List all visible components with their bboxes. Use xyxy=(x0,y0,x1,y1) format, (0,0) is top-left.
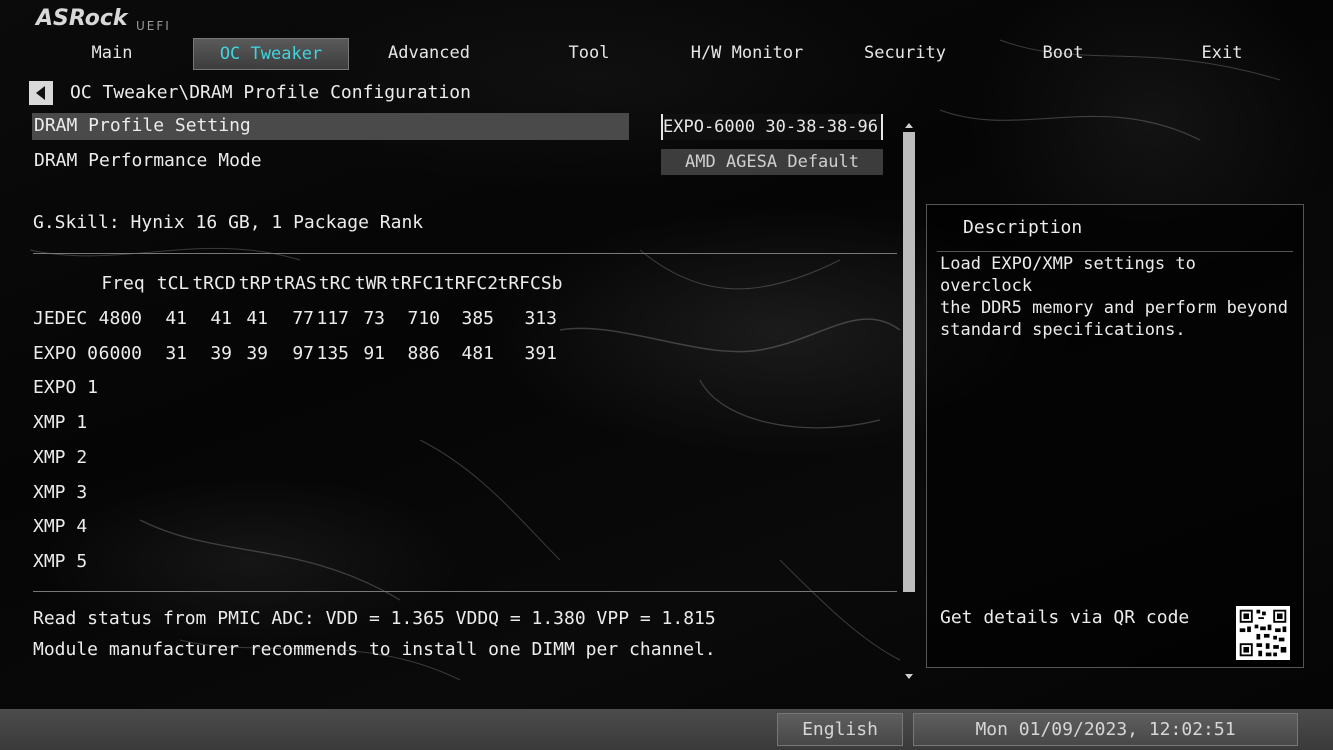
dimm-recommendation: Module manufacturer recommends to instal… xyxy=(33,639,716,660)
scrollbar[interactable] xyxy=(903,120,915,682)
scroll-up-icon[interactable] xyxy=(903,120,915,130)
description-panel: Description Load EXPO/XMP settings to ov… xyxy=(926,204,1304,668)
timing-cell: 886 xyxy=(407,343,440,364)
timing-header-trfcsb: tRFCSb xyxy=(497,273,563,294)
timing-cell: 91 xyxy=(363,343,385,364)
timing-cell: 73 xyxy=(363,308,385,329)
timing-row-label: XMP 5 xyxy=(33,551,88,572)
timing-cell: 481 xyxy=(461,343,494,364)
divider-bottom xyxy=(33,591,897,592)
qr-label: Get details via QR code xyxy=(940,607,1190,628)
timing-row-label: JEDEC xyxy=(33,308,88,329)
timing-cell: 710 xyxy=(407,308,440,329)
timing-row-label: XMP 3 xyxy=(33,482,88,503)
timing-cell: 385 xyxy=(461,308,494,329)
pmic-status: Read status from PMIC ADC: VDD = 1.365 V… xyxy=(33,608,716,629)
timing-row-label: EXPO 1 xyxy=(33,377,99,398)
timing-row-label: XMP 4 xyxy=(33,516,88,537)
tab-exit[interactable]: Exit xyxy=(1144,38,1300,70)
qr-code-icon xyxy=(1236,606,1290,660)
datetime-display: Mon 01/09/2023, 12:02:51 xyxy=(913,713,1298,746)
timing-row-label: XMP 2 xyxy=(33,447,88,468)
timing-row-label: XMP 1 xyxy=(33,412,88,433)
scroll-down-icon[interactable] xyxy=(903,672,915,682)
timing-table: Freq tCL tRCD tRP tRAS tRC tWR tRFC1 tRFC2 tRFCSb… xyxy=(0,0,900,600)
description-divider xyxy=(937,251,1293,252)
description-title: Description xyxy=(963,217,1083,238)
scroll-thumb[interactable] xyxy=(903,132,915,592)
timing-cell: 391 xyxy=(524,343,557,364)
description-text: Load EXPO/XMP settings to overclock the … xyxy=(940,254,1288,340)
language-button[interactable]: English xyxy=(777,713,903,746)
tab-boot[interactable]: Boot xyxy=(985,38,1141,70)
timing-cell: 313 xyxy=(524,308,557,329)
